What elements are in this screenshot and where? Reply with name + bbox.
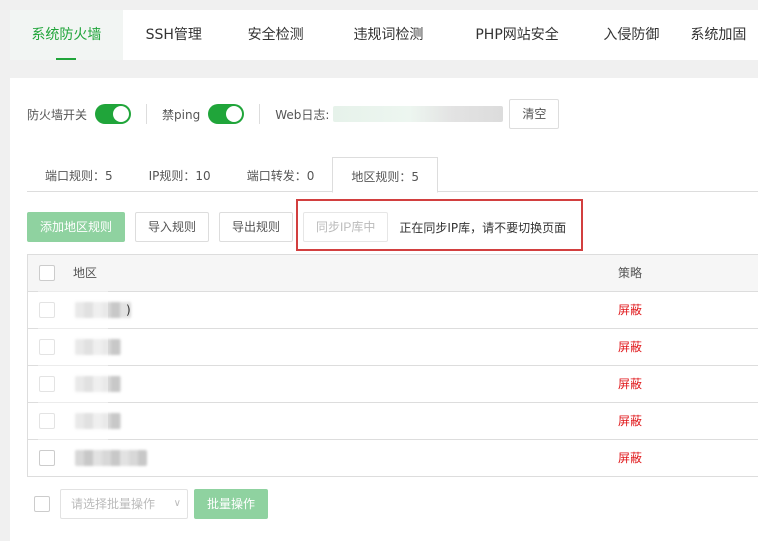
tab-port-rules[interactable]: 端口规则：5 xyxy=(27,157,131,192)
tab-security-check[interactable]: 安全检测 xyxy=(225,10,327,60)
region-rules-table: 地区 策略 ) 屏蔽 屏蔽 屏蔽 屏蔽 屏蔽 xyxy=(27,254,758,477)
batch-operation-select[interactable]: 请选择批量操作 ∨ xyxy=(60,489,188,519)
select-all-checkbox[interactable] xyxy=(39,265,55,281)
policy-value: 屏蔽 xyxy=(618,340,643,354)
redaction-overlay xyxy=(38,291,108,441)
tab-system-hardening[interactable]: 系统加固 xyxy=(679,10,758,60)
batch-operations: 请选择批量操作 ∨ 批量操作 xyxy=(34,489,278,519)
batch-operation-button[interactable]: 批量操作 xyxy=(194,489,269,519)
row-checkbox[interactable] xyxy=(39,450,55,466)
ping-switch-label: 禁ping xyxy=(162,107,201,122)
tab-ip-rules[interactable]: IP规则：10 xyxy=(131,157,229,192)
redacted-region xyxy=(75,450,147,466)
table-row: 屏蔽 xyxy=(28,329,758,366)
region-suffix: ) xyxy=(126,303,131,317)
table-row: 屏蔽 xyxy=(28,403,758,440)
column-header-region: 地区 xyxy=(73,266,98,280)
tab-php-site-security[interactable]: PHP网站安全 xyxy=(450,10,584,60)
tab-ssh-management[interactable]: SSH管理 xyxy=(123,10,225,60)
table-row: ) 屏蔽 xyxy=(28,292,758,329)
firewall-switch-label: 防火墙开关 xyxy=(27,107,88,122)
column-header-policy: 策略 xyxy=(618,266,643,280)
tab-port-forwarding[interactable]: 端口转发：0 xyxy=(229,157,333,192)
web-log-path-redacted xyxy=(333,106,504,122)
add-region-rule-button[interactable]: 添加地区规则 xyxy=(27,212,126,242)
policy-value: 屏蔽 xyxy=(618,451,643,465)
tab-intrusion-prevention[interactable]: 入侵防御 xyxy=(584,10,679,60)
export-rule-button[interactable]: 导出规则 xyxy=(219,212,294,242)
batch-select-placeholder: 请选择批量操作 xyxy=(71,497,156,511)
highlight-annotation xyxy=(296,199,583,251)
table-row: 屏蔽 xyxy=(28,366,758,403)
tab-region-rules[interactable]: 地区规则：5 xyxy=(332,157,438,193)
divider xyxy=(259,104,261,124)
table-row: 屏蔽 xyxy=(28,440,758,477)
ping-toggle[interactable] xyxy=(208,104,245,124)
top-tab-bar: 系统防火墙 SSH管理 安全检测 违规词检测 PHP网站安全 入侵防御 系统加固 xyxy=(10,10,758,60)
firewall-toggle[interactable] xyxy=(95,104,132,124)
policy-value: 屏蔽 xyxy=(618,377,643,391)
batch-select-checkbox[interactable] xyxy=(34,496,50,512)
rule-tab-bar: 端口规则：5 IP规则：10 端口转发：0 地区规则：5 xyxy=(27,157,758,193)
clear-log-button[interactable]: 清空 xyxy=(509,99,560,129)
policy-value: 屏蔽 xyxy=(618,303,643,317)
web-log-label: Web日志: xyxy=(275,107,330,122)
chevron-down-icon: ∨ xyxy=(173,498,181,509)
tab-system-firewall[interactable]: 系统防火墙 xyxy=(10,10,123,60)
table-header: 地区 策略 xyxy=(28,255,758,292)
tab-banned-words[interactable]: 违规词检测 xyxy=(327,10,451,60)
switch-row: 防火墙开关 禁ping Web日志: 清空 xyxy=(27,99,560,129)
divider xyxy=(146,104,148,124)
policy-value: 屏蔽 xyxy=(618,414,643,428)
import-rule-button[interactable]: 导入规则 xyxy=(135,212,210,242)
